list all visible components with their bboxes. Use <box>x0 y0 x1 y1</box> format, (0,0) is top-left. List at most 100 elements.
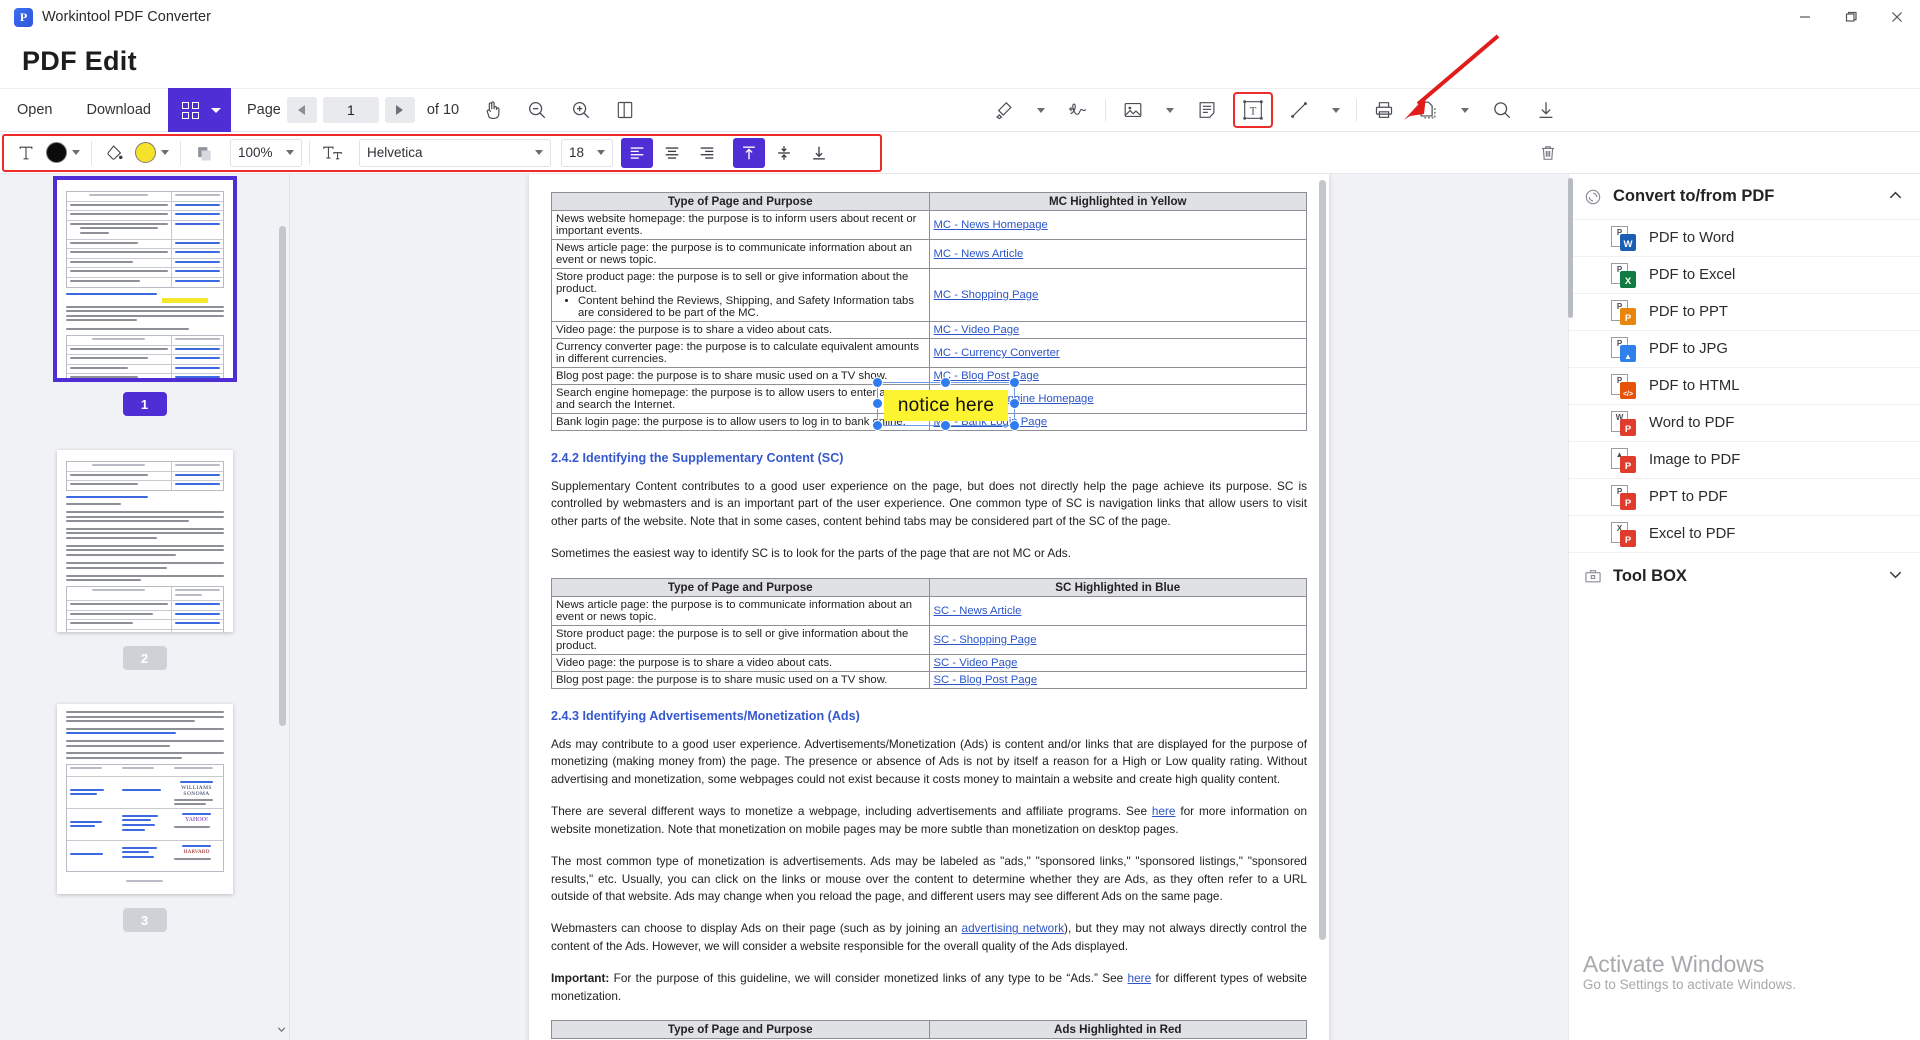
link[interactable]: SC - Video Page <box>934 657 1018 669</box>
convert-item-image-to-pdf[interactable]: ▲ P Image to PDF <box>1569 442 1920 479</box>
zoom-in-button[interactable] <box>559 88 603 132</box>
open-button[interactable]: Open <box>0 88 69 132</box>
image-icon[interactable] <box>1111 88 1155 132</box>
opacity-icon[interactable] <box>188 138 220 168</box>
highlighter-dropdown[interactable] <box>1026 88 1056 132</box>
resize-handle-top-right[interactable] <box>1009 377 1020 388</box>
chevron-down-icon[interactable] <box>1887 566 1904 586</box>
text-tool-icon[interactable] <box>10 138 42 168</box>
link-advertising-network[interactable]: advertising network <box>962 921 1065 935</box>
chevron-up-icon[interactable] <box>1887 187 1904 207</box>
align-right-button[interactable] <box>691 138 723 168</box>
link-here[interactable]: here <box>1152 804 1176 818</box>
text-color-picker[interactable] <box>42 142 84 163</box>
copy-page-dropdown[interactable] <box>1450 88 1480 132</box>
line-shape-dropdown[interactable] <box>1321 88 1351 132</box>
delete-object-button[interactable] <box>1532 138 1564 168</box>
toolbox-section-header[interactable]: Tool BOX <box>1569 553 1920 599</box>
table-header-right: SC Highlighted in Blue <box>928 577 1307 597</box>
font-family-select[interactable]: Helvetica <box>359 138 551 167</box>
chevron-down-icon[interactable] <box>72 150 80 155</box>
link[interactable]: SC - Blog Post Page <box>934 674 1038 686</box>
resize-handle-top-left[interactable] <box>872 377 883 388</box>
note-icon[interactable] <box>1185 88 1229 132</box>
previous-page-button[interactable] <box>286 97 317 123</box>
fill-color-picker[interactable] <box>131 142 173 163</box>
copy-page-icon[interactable] <box>1406 88 1450 132</box>
thumbnail-page-number-3[interactable]: 3 <box>122 908 167 932</box>
thumbnail-page-3[interactable]: WILLIAMS SONOMA YAHOO! HARVARD <box>56 704 233 894</box>
link[interactable]: MC - News Homepage <box>934 219 1048 231</box>
convert-item-pdf-to-jpg[interactable]: P ▲ PDF to JPG <box>1569 331 1920 368</box>
thumbnail-scrollbar[interactable] <box>279 226 286 726</box>
image-to-pdf-icon: ▲ P <box>1611 447 1636 473</box>
convert-item-excel-to-pdf[interactable]: XP Excel to PDF <box>1569 516 1920 553</box>
align-left-button[interactable] <box>621 137 653 168</box>
download-button[interactable]: Download <box>69 88 168 132</box>
image-dropdown[interactable] <box>1155 88 1185 132</box>
resize-handle-top-center[interactable] <box>940 377 951 388</box>
text-color-swatch[interactable] <box>46 142 67 163</box>
signature-icon[interactable] <box>1056 88 1100 132</box>
link[interactable]: MC - Shopping Page <box>934 289 1039 301</box>
minimize-button[interactable] <box>1782 0 1828 34</box>
panel-scrollbar[interactable] <box>1568 178 1573 318</box>
hand-tool-button[interactable] <box>471 88 515 132</box>
convert-item-pdf-to-html[interactable]: P </> PDF to HTML <box>1569 368 1920 405</box>
thumbnail-page-number-2[interactable]: 2 <box>122 646 167 670</box>
thumbnail-scroll-down-icon[interactable] <box>275 1023 288 1036</box>
resize-handle-middle-left[interactable] <box>872 398 883 409</box>
link[interactable]: MC - Currency Converter <box>934 347 1060 359</box>
download-icon[interactable] <box>1524 88 1568 132</box>
viewer-scrollbar[interactable] <box>1319 180 1326 940</box>
text-box-icon[interactable]: T <box>1236 95 1270 125</box>
close-button[interactable] <box>1874 0 1920 34</box>
link[interactable]: MC - Video Page <box>934 324 1020 336</box>
link[interactable]: SC - News Article <box>934 605 1022 617</box>
font-style-icon[interactable] <box>317 138 349 168</box>
vertical-align-bottom-button[interactable] <box>803 138 835 168</box>
resize-handle-middle-right[interactable] <box>1009 398 1020 409</box>
link[interactable]: MC - News Article <box>934 248 1024 260</box>
chevron-down-icon[interactable] <box>161 150 169 155</box>
fill-bucket-icon[interactable] <box>99 138 131 168</box>
resize-handle-bottom-left[interactable] <box>872 420 883 431</box>
next-page-button[interactable] <box>384 97 415 123</box>
convert-item-pdf-to-word[interactable]: PW PDF to Word <box>1569 220 1920 257</box>
vertical-align-top-button[interactable] <box>733 137 765 168</box>
thumbnail-sidebar[interactable]: 1 2 WILLIAMS SONOMA YAHOO! HARVARD 3 <box>0 174 290 1040</box>
resize-handle-bottom-right[interactable] <box>1009 420 1020 431</box>
pdf-page[interactable]: Type of Page and Purpose MC Highlighted … <box>529 174 1329 1040</box>
zoom-out-button[interactable] <box>515 88 559 132</box>
convert-item-word-to-pdf[interactable]: WP Word to PDF <box>1569 405 1920 442</box>
page-layout-button[interactable] <box>603 88 647 132</box>
thumbnail-page-number-1[interactable]: 1 <box>122 392 167 416</box>
align-center-button[interactable] <box>656 138 688 168</box>
print-icon[interactable] <box>1362 88 1406 132</box>
convert-item-pdf-to-ppt[interactable]: PP PDF to PPT <box>1569 294 1920 331</box>
convert-item-pdf-to-excel[interactable]: PX PDF to Excel <box>1569 257 1920 294</box>
link-here[interactable]: here <box>1128 971 1152 985</box>
maximize-button[interactable] <box>1828 0 1874 34</box>
selected-text-box[interactable]: notice here <box>872 377 1020 431</box>
convert-item-ppt-to-pdf[interactable]: PP PPT to PDF <box>1569 479 1920 516</box>
link[interactable]: SC - Shopping Page <box>934 634 1037 646</box>
table-header-row: Type of Page and Purpose Ads Highlighted… <box>551 1020 1307 1040</box>
line-shape-icon[interactable] <box>1277 88 1321 132</box>
text-box-value[interactable]: notice here <box>884 390 1008 421</box>
chevron-down-icon[interactable] <box>210 107 221 113</box>
pdf-viewer[interactable]: Type of Page and Purpose MC Highlighted … <box>290 174 1568 1040</box>
highlighter-icon[interactable] <box>982 88 1026 132</box>
font-size-select[interactable]: 18 <box>561 138 613 167</box>
convert-item-label: PPT to PDF <box>1649 489 1728 505</box>
opacity-select[interactable]: 100% <box>230 138 302 167</box>
page-number-input[interactable] <box>322 97 379 123</box>
resize-handle-bottom-center[interactable] <box>940 420 951 431</box>
fill-color-swatch[interactable] <box>135 142 156 163</box>
grid-view-button[interactable] <box>167 88 231 132</box>
thumbnail-page-1[interactable] <box>52 176 237 382</box>
vertical-align-middle-button[interactable] <box>768 138 800 168</box>
search-icon[interactable] <box>1480 88 1524 132</box>
thumbnail-page-2[interactable] <box>56 450 233 632</box>
convert-section-header[interactable]: Convert to/from PDF <box>1569 174 1920 220</box>
